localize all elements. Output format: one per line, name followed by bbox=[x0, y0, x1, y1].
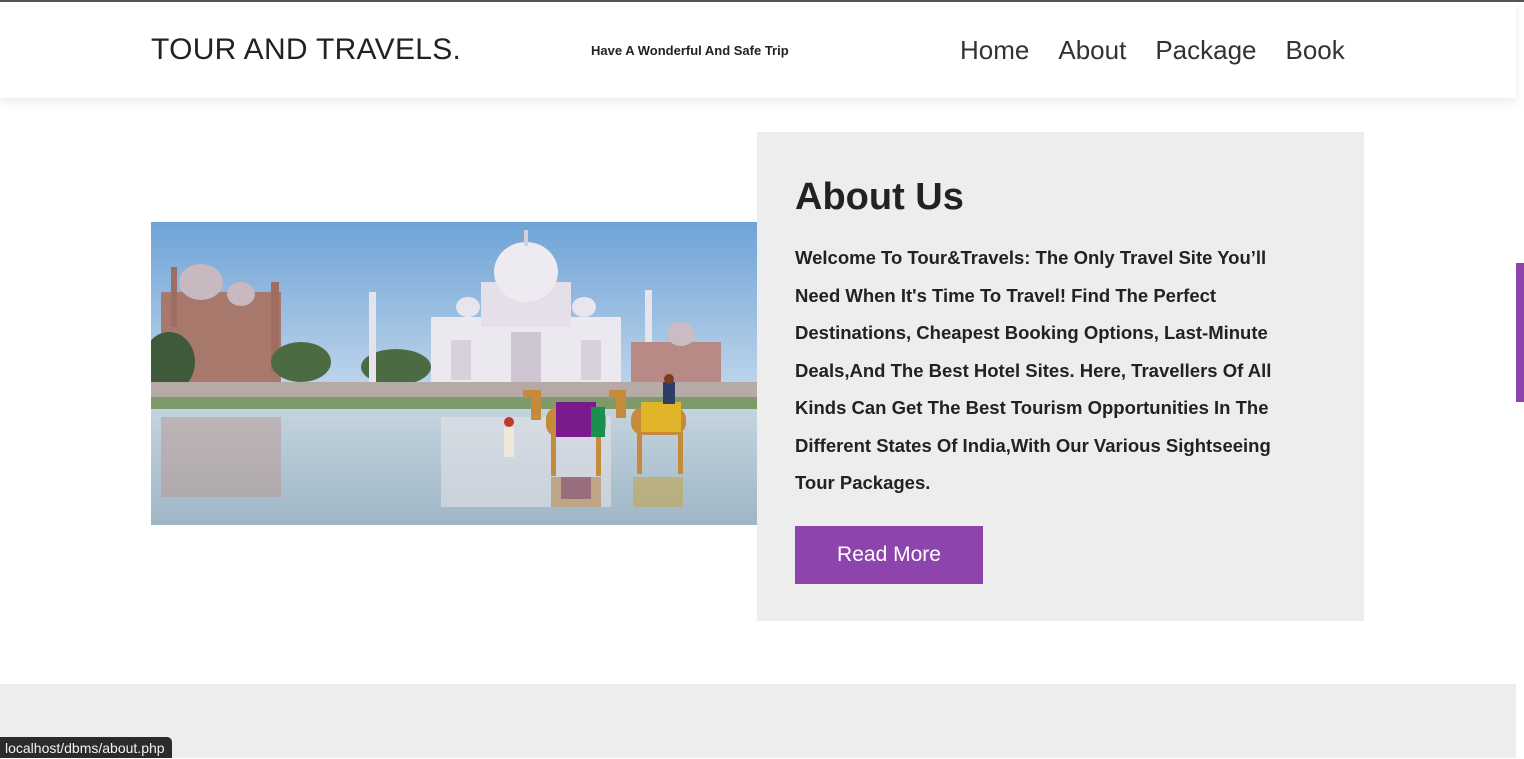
site-tagline: Have A Wonderful And Safe Trip bbox=[591, 43, 789, 58]
read-more-button[interactable]: Read More bbox=[795, 526, 983, 584]
site-header: TOUR AND TRAVELS. Have A Wonderful And S… bbox=[0, 2, 1516, 98]
status-bar-url: localhost/dbms/about.php bbox=[0, 737, 172, 758]
footer-band bbox=[0, 684, 1516, 758]
taj-mahal-image bbox=[151, 222, 757, 525]
site-brand[interactable]: TOUR AND TRAVELS. bbox=[151, 33, 461, 67]
nav-book[interactable]: Book bbox=[1286, 35, 1345, 66]
nav-about[interactable]: About bbox=[1058, 35, 1126, 66]
about-title: About Us bbox=[795, 176, 964, 218]
nav-package[interactable]: Package bbox=[1155, 35, 1256, 66]
nav-home[interactable]: Home bbox=[960, 35, 1029, 66]
about-panel: About Us Welcome To Tour&Travels: The On… bbox=[757, 132, 1364, 621]
about-description: Welcome To Tour&Travels: The Only Travel… bbox=[795, 247, 1272, 493]
main-nav: Home About Package Book bbox=[960, 35, 1345, 66]
side-scroll-tab[interactable] bbox=[1516, 263, 1524, 402]
